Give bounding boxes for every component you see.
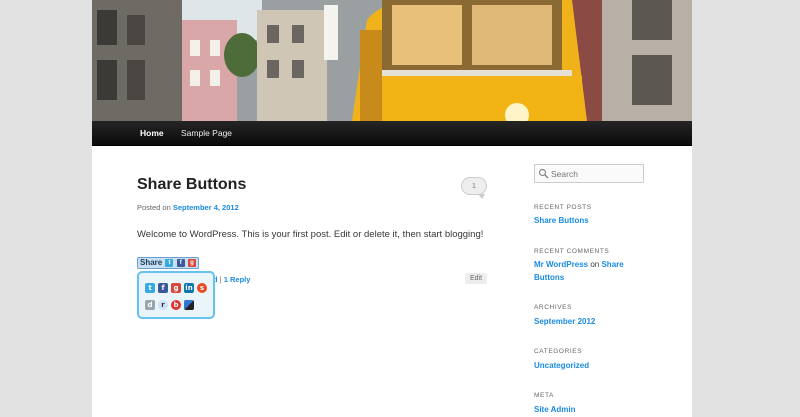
category-link[interactable]: Uncategorized (534, 361, 589, 370)
archive-month-link[interactable]: September 2012 (534, 317, 595, 326)
header-photo-tram (92, 0, 692, 121)
recent-comment-line1: Mr WordPress on Share (534, 260, 624, 269)
comment-on-text: on (590, 260, 600, 269)
buzz-icon[interactable]: b (171, 300, 181, 310)
nav-sample-page[interactable]: Sample Page (181, 121, 232, 146)
comment-post-link-line2[interactable]: Buttons (534, 273, 564, 282)
main-navigation: Home Sample Page (92, 121, 692, 146)
stumbleupon-icon[interactable]: s (197, 283, 207, 293)
comment-author-link[interactable]: Mr WordPress (534, 260, 588, 269)
comment-post-link[interactable]: Share (601, 260, 623, 269)
site-admin-link[interactable]: Site Admin (534, 405, 575, 414)
recent-posts-title: RECENT POSTS (534, 204, 592, 211)
facebook-mini-icon: f (176, 258, 185, 267)
nav-home[interactable]: Home (140, 121, 164, 146)
reddit-icon[interactable]: r (158, 300, 168, 310)
delicious-icon[interactable] (184, 300, 194, 310)
header-image[interactable] (92, 0, 692, 121)
twitter-mini-icon: t (165, 258, 174, 267)
search-box (534, 164, 644, 183)
post-date-link[interactable]: September 4, 2012 (173, 203, 239, 212)
post-body: Welcome to WordPress. This is your first… (137, 229, 484, 240)
search-input[interactable] (551, 167, 641, 180)
share-button[interactable]: Share t f g (137, 257, 199, 269)
share-label: Share (140, 258, 163, 267)
search-icon (538, 168, 549, 179)
meta-title: META (534, 392, 554, 399)
digg-icon[interactable]: d (145, 300, 155, 310)
comments-count-badge[interactable]: 1 (461, 177, 487, 199)
share-popup: t f g in s d r b (137, 271, 215, 319)
posted-on-label: Posted on (137, 203, 171, 212)
post-meta: Posted on September 4, 2012 (137, 203, 239, 212)
linkedin-icon[interactable]: in (184, 283, 194, 293)
page: Home Sample Page Share Buttons 1 Posted … (92, 0, 692, 417)
facebook-icon[interactable]: f (158, 283, 168, 293)
twitter-icon[interactable]: t (145, 283, 155, 293)
google-plus-icon[interactable]: g (171, 283, 181, 293)
post-footer-meta: d | 1 Reply (213, 275, 250, 284)
recent-post-link[interactable]: Share Buttons (534, 216, 589, 225)
google-plus-mini-icon: g (187, 258, 196, 267)
post-title[interactable]: Share Buttons (137, 176, 246, 194)
recent-comments-title: RECENT COMMENTS (534, 248, 610, 255)
archives-title: ARCHIVES (534, 304, 573, 311)
footer-separator: | (219, 275, 222, 284)
categories-title: CATEGORIES (534, 348, 583, 355)
edit-button[interactable]: Edit (465, 273, 488, 284)
reply-link[interactable]: 1 Reply (224, 275, 251, 284)
